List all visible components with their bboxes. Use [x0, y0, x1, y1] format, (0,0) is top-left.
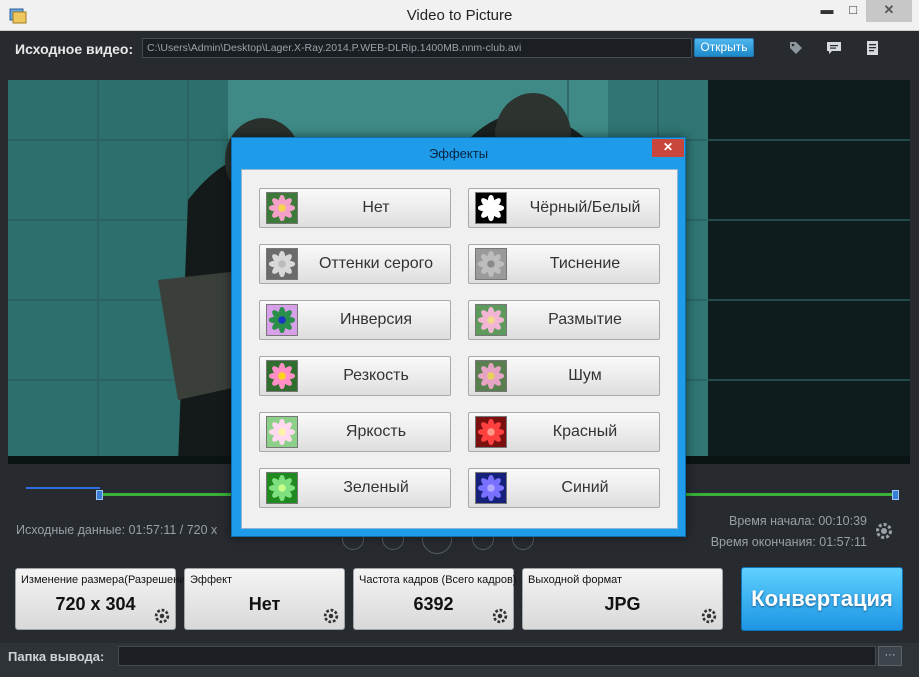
effects-dialog: Эффекты ✕ Нет Чёрный/Белый Оттенки серого Т… — [231, 137, 686, 537]
effect-label: Шум — [568, 367, 602, 384]
effect-button[interactable]: Резкость — [259, 356, 451, 396]
source-data-info: Исходные данные: 01:57:11 / 720 x — [16, 523, 218, 537]
flower-noise-icon — [475, 360, 507, 392]
format-panel[interactable]: Выходной формат JPG — [522, 568, 723, 630]
window-title: Video to Picture — [406, 7, 513, 24]
dialog-title: Эффекты — [428, 146, 489, 161]
source-label: Исходное видео: — [15, 41, 134, 57]
resize-label: Изменение размера(Разрешение) — [21, 574, 196, 586]
effect-panel[interactable]: Эффект Нет — [184, 568, 345, 630]
timeline-end-handle[interactable] — [892, 490, 899, 500]
effect-label: Нет — [362, 199, 390, 216]
timeline-start-handle[interactable] — [96, 490, 103, 500]
effects-grid: Нет Чёрный/Белый Оттенки серого Тиснение Инв… — [259, 188, 660, 510]
effect-button[interactable]: Тиснение — [468, 244, 660, 284]
flower-red-icon — [475, 416, 507, 448]
open-button[interactable]: Открыть — [694, 38, 754, 57]
output-folder-row: Папка вывода: ··· — [0, 643, 919, 677]
effect-label: Эффект — [190, 574, 233, 586]
effect-button[interactable]: Яркость — [259, 412, 451, 452]
effect-label: Оттенки серого — [318, 255, 434, 272]
flower-normal-icon — [266, 192, 298, 224]
effect-button[interactable]: Чёрный/Белый — [468, 188, 660, 228]
fps-label: Частота кадров (Всего кадров) — [359, 574, 517, 586]
flower-bw-icon — [475, 192, 507, 224]
effect-button[interactable]: Оттенки серого — [259, 244, 451, 284]
format-value: JPG — [604, 594, 641, 614]
effect-label: Яркость — [345, 423, 407, 440]
dialog-body: Нет Чёрный/Белый Оттенки серого Тиснение Инв… — [241, 169, 678, 529]
effect-label: Тиснение — [549, 255, 621, 272]
browse-folder-button[interactable]: ··· — [878, 646, 902, 666]
effect-button[interactable]: Инверсия — [259, 300, 451, 340]
flower-green-icon — [266, 472, 298, 504]
fps-gear-icon[interactable] — [491, 607, 509, 625]
effect-gear-icon[interactable] — [322, 607, 340, 625]
flower-blue-icon — [475, 472, 507, 504]
format-gear-icon[interactable] — [700, 607, 718, 625]
close-button[interactable]: ✕ — [866, 0, 912, 22]
flower-sharpen-icon — [266, 360, 298, 392]
effect-label: Размытие — [548, 311, 622, 328]
effect-label: Инверсия — [339, 311, 413, 328]
effect-label: Красный — [552, 423, 618, 440]
timeline-played — [26, 487, 100, 489]
end-time: Время окончания: 01:57:11 — [710, 535, 867, 549]
effect-button[interactable]: Зеленый — [259, 468, 451, 508]
minimize-button[interactable]: ▬ — [814, 0, 840, 22]
effect-button[interactable]: Синий — [468, 468, 660, 508]
source-row: Исходное видео: C:\Users\Admin\Desktop\L… — [8, 37, 911, 61]
comment-icon[interactable] — [826, 40, 842, 56]
flower-bright-icon — [266, 416, 298, 448]
effect-label: Синий — [561, 479, 609, 496]
effect-button[interactable]: Шум — [468, 356, 660, 396]
fps-panel[interactable]: Частота кадров (Всего кадров) 6392 — [353, 568, 517, 630]
resize-gear-icon[interactable] — [153, 607, 171, 625]
output-folder-field[interactable] — [118, 646, 876, 666]
convert-button[interactable]: Конвертация — [741, 567, 903, 631]
source-path-field[interactable]: C:\Users\Admin\Desktop\Lager.X-Ray.2014.… — [142, 38, 692, 58]
time-range-info: Время начала: 00:10:39 Время окончания: … — [711, 511, 867, 553]
flower-invert-icon — [266, 304, 298, 336]
dialog-close-button[interactable]: ✕ — [652, 139, 684, 157]
output-folder-label: Папка вывода: — [8, 649, 105, 664]
start-time: Время начала: 00:10:39 — [729, 514, 867, 528]
log-icon[interactable] — [865, 40, 881, 56]
resize-panel[interactable]: Изменение размера(Разрешение) 720 x 304 — [15, 568, 195, 630]
flower-blur-icon — [475, 304, 507, 336]
format-label: Выходной формат — [528, 574, 623, 586]
effect-label: Зеленый — [343, 479, 409, 496]
title-bar: Video to Picture ▬ □ ✕ — [0, 0, 919, 31]
fps-value: 6392 — [413, 594, 454, 614]
effect-label: Резкость — [343, 367, 409, 384]
time-settings-gear-icon[interactable] — [874, 521, 894, 541]
flower-emboss-icon — [475, 248, 507, 280]
effect-button[interactable]: Красный — [468, 412, 660, 452]
effect-label: Чёрный/Белый — [529, 199, 641, 216]
flower-gray-icon — [266, 248, 298, 280]
effect-value: Нет — [248, 594, 281, 614]
effect-button[interactable]: Нет — [259, 188, 451, 228]
resize-value: 720 x 304 — [55, 594, 136, 614]
effect-button[interactable]: Размытие — [468, 300, 660, 340]
tag-icon[interactable] — [788, 40, 804, 56]
maximize-button[interactable]: □ — [840, 0, 866, 22]
